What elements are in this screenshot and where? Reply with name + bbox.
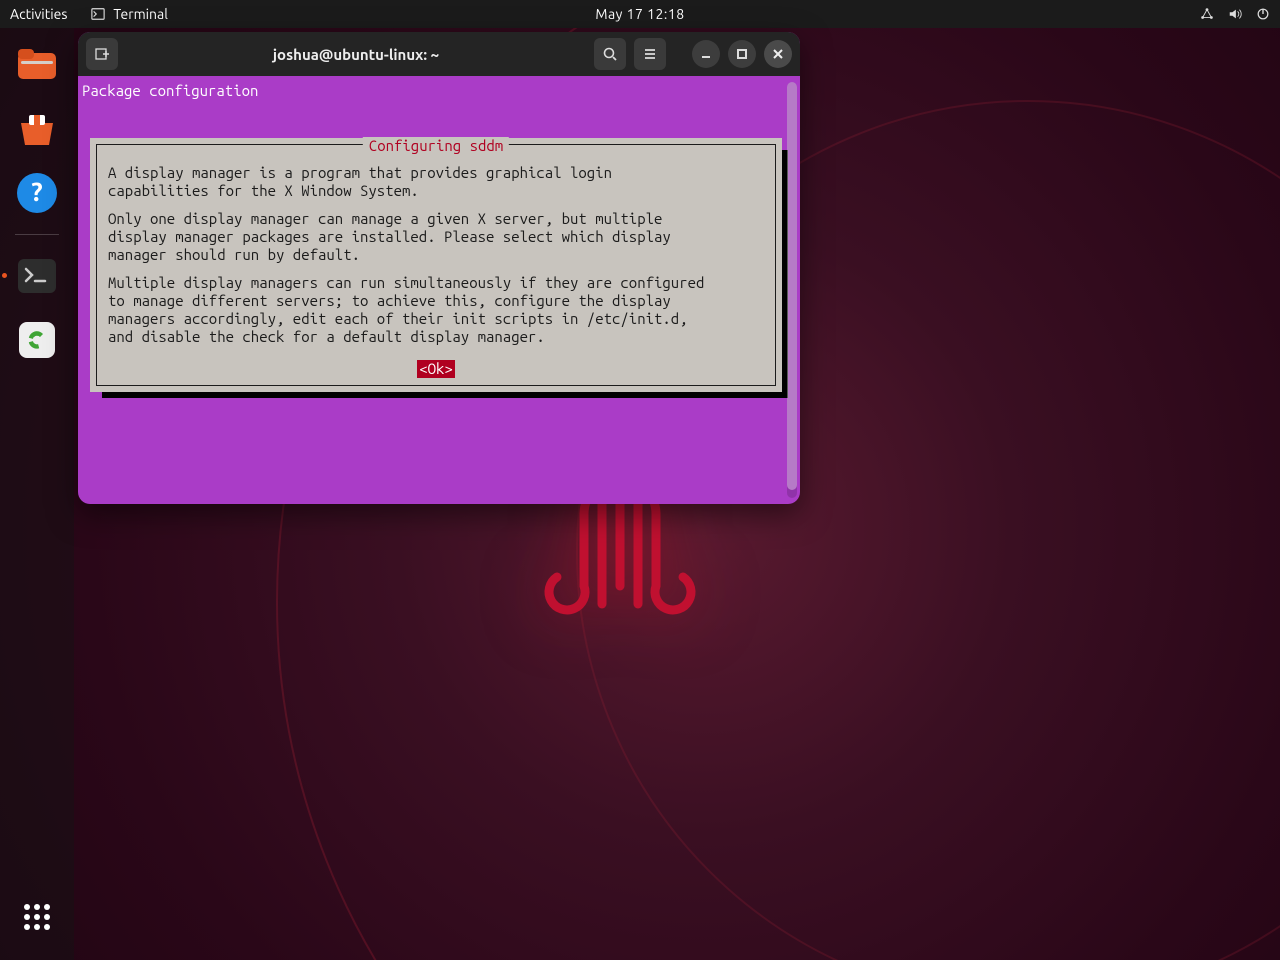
terminal-viewport[interactable]: Package configuration Configuring sddm A…: [78, 76, 800, 504]
volume-icon: [1228, 7, 1242, 21]
tui-dialog-title: Configuring sddm: [363, 137, 509, 155]
hamburger-menu-button[interactable]: [634, 38, 666, 70]
show-applications-button[interactable]: [12, 892, 62, 942]
focused-app-indicator[interactable]: Terminal: [91, 6, 168, 22]
dock-separator: [15, 234, 59, 235]
clock[interactable]: May 17 12:18: [595, 6, 684, 22]
tui-paragraph: Only one display manager can manage a gi…: [108, 210, 764, 264]
dock-files[interactable]: [12, 40, 62, 90]
top-bar: Activities Terminal May 17 12:18: [0, 0, 1280, 28]
terminal-small-icon: [91, 7, 105, 21]
close-button[interactable]: [764, 40, 792, 68]
system-status-area[interactable]: [1200, 7, 1270, 21]
ok-button[interactable]: <Ok>: [417, 360, 455, 378]
dock-terminal[interactable]: [12, 251, 62, 301]
scrollbar-thumb[interactable]: [787, 82, 797, 490]
focused-app-label: Terminal: [113, 6, 168, 22]
dock: ?: [0, 28, 74, 960]
search-button[interactable]: [594, 38, 626, 70]
terminal-scrollbar[interactable]: [787, 82, 797, 498]
window-titlebar[interactable]: joshua@ubuntu-linux: ~: [78, 32, 800, 76]
dock-trash[interactable]: [12, 315, 62, 365]
svg-text:?: ?: [31, 177, 42, 206]
power-icon: [1256, 7, 1270, 21]
dock-software[interactable]: [12, 104, 62, 154]
tui-paragraph: Multiple display managers can run simult…: [108, 274, 764, 346]
network-icon: [1200, 7, 1214, 21]
package-config-header: Package configuration: [80, 82, 790, 100]
tui-paragraph: A display manager is a program that prov…: [108, 164, 764, 200]
terminal-window: joshua@ubuntu-linux: ~ Package configura…: [78, 32, 800, 504]
activities-button[interactable]: Activities: [10, 6, 67, 22]
minimize-button[interactable]: [692, 40, 720, 68]
maximize-button[interactable]: [728, 40, 756, 68]
window-title: joshua@ubuntu-linux: ~: [126, 46, 586, 63]
tui-dialog: Configuring sddm A display manager is a …: [90, 138, 782, 392]
new-tab-button[interactable]: [86, 38, 118, 70]
dock-help[interactable]: ?: [12, 168, 62, 218]
tui-dialog-body: A display manager is a program that prov…: [102, 164, 770, 346]
